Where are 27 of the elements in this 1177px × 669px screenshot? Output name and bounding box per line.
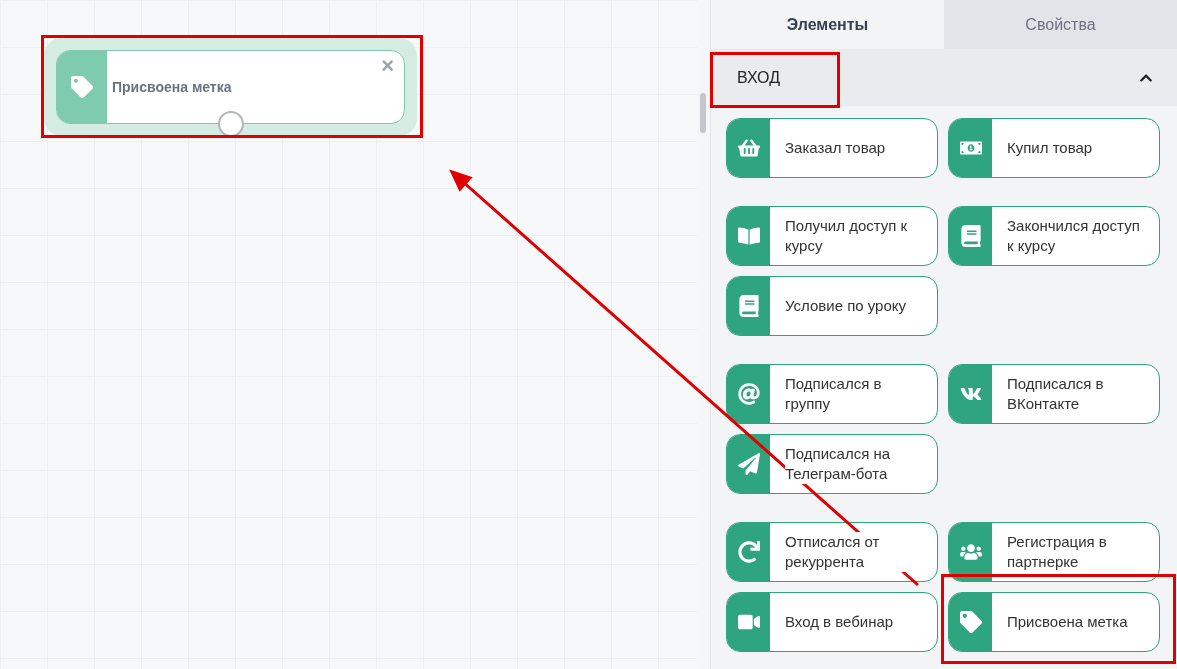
element-card[interactable]: Регистрация в партнерке: [948, 522, 1160, 582]
people-icon: [959, 541, 982, 563]
element-card[interactable]: Отписался от рекуррента: [726, 522, 938, 582]
redo-icon: [737, 541, 760, 563]
element-card[interactable]: Закончился доступ к курсу: [948, 206, 1160, 266]
element-card[interactable]: Заказал товар: [726, 118, 938, 178]
element-card[interactable]: Подписался в группу: [726, 364, 938, 424]
element-card[interactable]: Получил доступ к курсу: [726, 206, 938, 266]
book-icon: [959, 225, 982, 247]
element-card[interactable]: Подписался в ВКонтакте: [948, 364, 1160, 424]
book-icon: [737, 295, 760, 317]
element-card[interactable]: Купил товар: [948, 118, 1160, 178]
element-card[interactable]: Подписался на Телеграм-бота: [726, 434, 938, 494]
open-book-icon: [737, 225, 760, 247]
element-card[interactable]: Присвоена метка: [948, 592, 1160, 652]
basket-icon: [737, 137, 760, 159]
tag-icon: [71, 76, 93, 98]
panel-tab[interactable]: Свойства: [944, 0, 1177, 49]
tag-icon: [959, 611, 982, 633]
element-card[interactable]: Условие по уроку: [726, 276, 938, 336]
paper-plane-icon: [737, 453, 760, 475]
element-card[interactable]: Вход в вебинар: [726, 592, 938, 652]
node-title: Присвоена метка: [112, 77, 232, 97]
scrollbar-thumb[interactable]: [700, 93, 706, 133]
flow-node[interactable]: Присвоена метка ×: [56, 50, 405, 124]
section-header[interactable]: ВХОД: [711, 49, 1177, 106]
at-sign-icon: [737, 383, 760, 405]
